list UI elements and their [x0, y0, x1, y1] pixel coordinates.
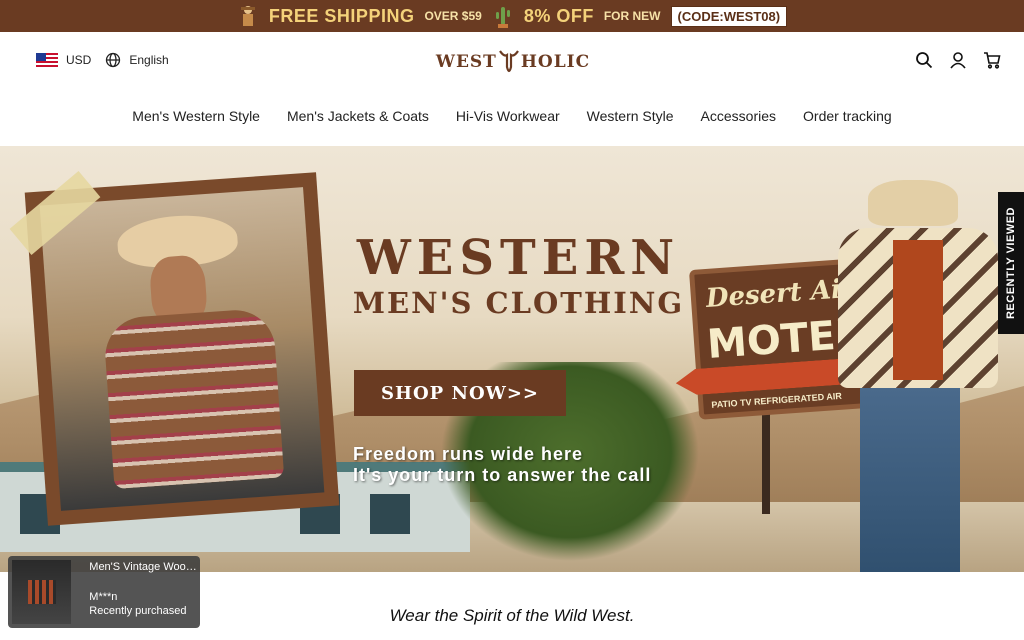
language-label[interactable]: English — [129, 53, 168, 67]
nav-item-accessories[interactable]: Accessories — [701, 100, 776, 134]
recently-viewed-label: RECENTLY VIEWED — [1005, 206, 1017, 320]
recently-viewed-tab[interactable]: RECENTLY VIEWED — [998, 192, 1024, 334]
nav-item-western-style[interactable]: Western Style — [587, 100, 674, 134]
promo-code: (CODE:WEST08) — [670, 5, 788, 27]
hero-cowboy-model — [838, 180, 998, 572]
nav-item-mens-jackets-coats[interactable]: Men's Jackets & Coats — [287, 100, 429, 134]
free-shipping-threshold: OVER $59 — [424, 9, 482, 23]
toast-product-name: Men'S Vintage Wool... — [89, 561, 198, 573]
main-nav: Men's Western Style Men's Jackets & Coat… — [0, 100, 1024, 134]
cowgirl-icon — [237, 4, 259, 28]
bull-skull-icon — [498, 47, 519, 77]
discount-text: 8% OFF — [523, 5, 594, 26]
motel-sign-small: PATIO TV REFRIGERATED AIR — [711, 390, 843, 410]
promo-bar: FREE SHIPPING OVER $59 8% OFF FOR NEW (C… — [0, 0, 1024, 32]
hero-headline-line1: WESTERN — [356, 230, 681, 286]
header: USD English WEST HOLIC — [0, 32, 1024, 92]
hero-model-photo — [24, 172, 340, 526]
section-title: Wear the Spirit of the Wild West. — [389, 606, 635, 625]
free-shipping-text: FREE SHIPPING — [268, 5, 415, 26]
nav-item-hi-vis-workwear[interactable]: Hi-Vis Workwear — [456, 100, 560, 134]
motel-sign-post — [762, 414, 770, 514]
hero-headline: WESTERN MEN'S CLOTHING — [346, 230, 691, 320]
search-icon[interactable] — [914, 50, 934, 70]
nav-item-order-tracking[interactable]: Order tracking — [803, 100, 892, 134]
motel-sign-script: Desert Air — [704, 273, 856, 314]
cart-icon[interactable] — [982, 50, 1002, 70]
discount-audience: FOR NEW — [603, 9, 661, 23]
hero-tagline: Freedom runs wide here It's your turn to… — [353, 444, 651, 486]
toast-customer: M***n — [89, 591, 118, 603]
cactus-icon — [492, 4, 514, 28]
hero-headline-line2: MEN'S CLOTHING — [352, 286, 685, 320]
hero-tagline-line1: Freedom runs wide here — [353, 444, 584, 464]
nav-item-mens-western-style[interactable]: Men's Western Style — [132, 100, 260, 134]
logo-text-right: HOLIC — [520, 52, 591, 72]
globe-icon — [105, 52, 121, 68]
logo-text-left: WEST — [435, 52, 497, 72]
site-logo[interactable]: WEST HOLIC — [436, 44, 589, 80]
us-flag-icon — [36, 52, 58, 68]
currency-label[interactable]: USD — [66, 53, 91, 67]
header-actions — [914, 50, 1002, 70]
locale-selector[interactable]: USD English — [36, 52, 169, 68]
hero-tagline-line2: It's your turn to answer the call — [353, 465, 652, 485]
account-icon[interactable] — [948, 50, 968, 70]
shop-now-button[interactable]: SHOP NOW>> — [354, 370, 566, 416]
hero-banner[interactable]: WESTERN MEN'S CLOTHING SHOP NOW>> Freedo… — [0, 146, 1024, 572]
